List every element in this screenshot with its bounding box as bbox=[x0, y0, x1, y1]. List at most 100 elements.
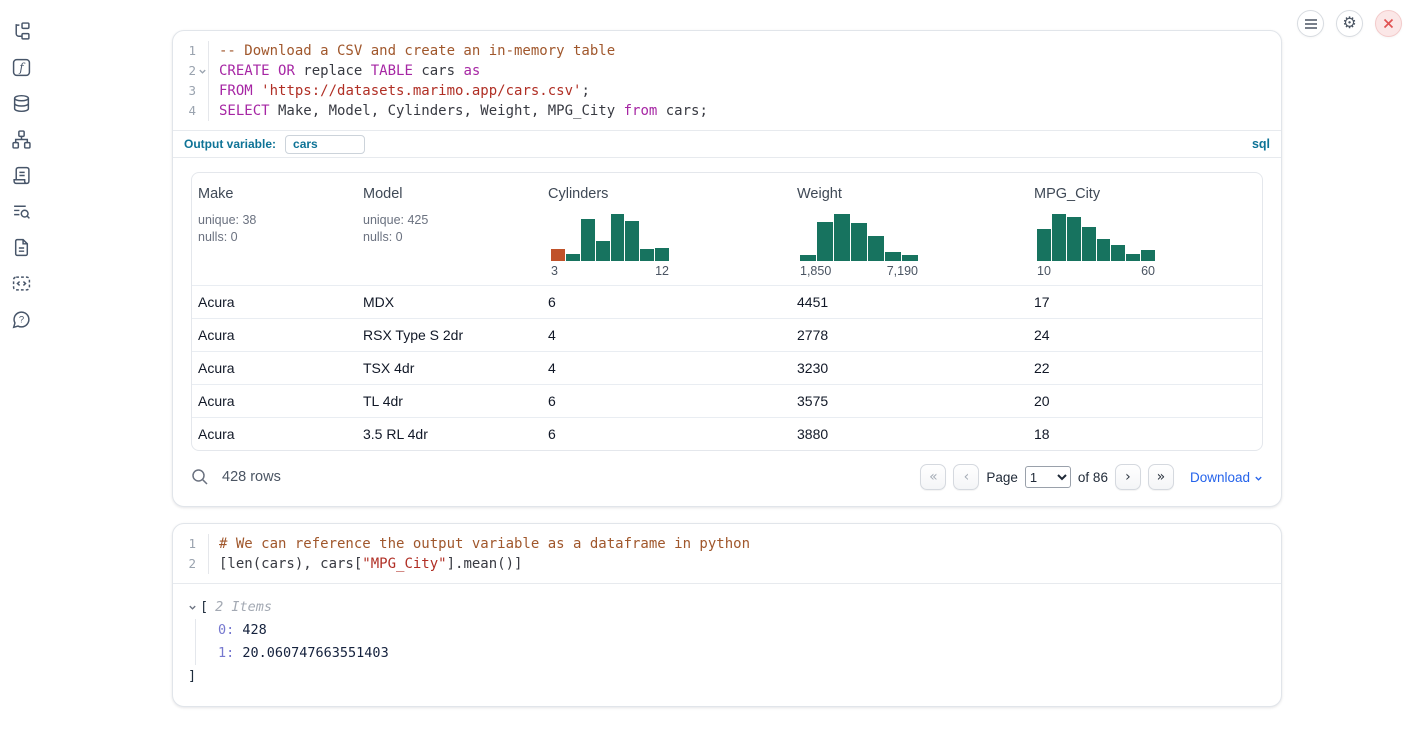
histogram-bar bbox=[1082, 227, 1096, 262]
table-cell: 4 bbox=[542, 360, 791, 376]
histogram-bar bbox=[611, 214, 625, 262]
function-icon[interactable]: f bbox=[12, 58, 31, 77]
output-tree-entries: 0: 4281: 20.060747663551403 bbox=[195, 619, 1266, 665]
column-header-model[interactable]: Modelunique: 425nulls: 0 bbox=[357, 186, 542, 278]
column-name: Weight bbox=[797, 186, 1028, 202]
table-cell: Acura bbox=[192, 360, 357, 376]
code-line[interactable]: 2CREATE OR replace TABLE cars as bbox=[173, 61, 1281, 81]
search-icon[interactable] bbox=[191, 468, 209, 486]
column-histogram bbox=[800, 211, 918, 261]
document-icon[interactable] bbox=[12, 238, 31, 257]
code-line[interactable]: 3FROM 'https://datasets.marimo.app/cars.… bbox=[173, 81, 1281, 101]
table-cell: 18 bbox=[1028, 426, 1262, 442]
first-page-icon[interactable]: « bbox=[920, 464, 946, 490]
table-body: AcuraMDX6445117AcuraRSX Type S 2dr427782… bbox=[192, 285, 1262, 450]
entry-value: 20.060747663551403 bbox=[234, 645, 388, 661]
histogram-bar bbox=[1052, 214, 1066, 262]
close-bracket: ] bbox=[188, 668, 1266, 684]
output-tree-entry: 0: 428 bbox=[218, 619, 1266, 642]
results-table: Makeunique: 38nulls: 0Modelunique: 425nu… bbox=[191, 172, 1263, 451]
table-row[interactable]: AcuraMDX6445117 bbox=[192, 285, 1262, 318]
line-number: 4 bbox=[173, 101, 209, 121]
table-cell: Acura bbox=[192, 426, 357, 442]
output-variable-input[interactable] bbox=[285, 135, 365, 154]
table-cell: Acura bbox=[192, 393, 357, 409]
table-cell: 24 bbox=[1028, 327, 1262, 343]
histogram-bar bbox=[625, 221, 639, 261]
histogram-bar bbox=[655, 248, 669, 262]
chevron-down-icon bbox=[1254, 474, 1263, 483]
code-line[interactable]: 4SELECT Make, Model, Cylinders, Weight, … bbox=[173, 101, 1281, 121]
code-line[interactable]: 1-- Download a CSV and create an in-memo… bbox=[173, 41, 1281, 61]
open-bracket: [ bbox=[200, 599, 208, 615]
column-header-make[interactable]: Makeunique: 38nulls: 0 bbox=[192, 186, 357, 278]
histogram-bar bbox=[1067, 217, 1081, 262]
table-row[interactable]: AcuraTL 4dr6357520 bbox=[192, 384, 1262, 417]
table-cell: MDX bbox=[357, 294, 542, 310]
axis-max-label: 60 bbox=[1141, 264, 1155, 278]
histogram-bar bbox=[885, 252, 901, 261]
file-tree-icon[interactable] bbox=[12, 22, 31, 41]
database-icon[interactable] bbox=[12, 94, 31, 113]
scroll-icon[interactable] bbox=[12, 166, 31, 185]
next-page-icon[interactable]: › bbox=[1115, 464, 1141, 490]
code-text: CREATE OR replace TABLE cars as bbox=[209, 61, 480, 81]
code-text: -- Download a CSV and create an in-memor… bbox=[209, 41, 615, 61]
histogram-bar bbox=[640, 249, 654, 261]
sidebar: f ? bbox=[0, 0, 42, 729]
column-header-mpg_city[interactable]: MPG_City 10 60 bbox=[1028, 186, 1262, 278]
page-of-label: of 86 bbox=[1078, 470, 1108, 485]
code-line[interactable]: 1# We can reference the output variable … bbox=[173, 534, 1281, 554]
table-cell: 6 bbox=[542, 426, 791, 442]
column-null-count: nulls: 0 bbox=[363, 229, 542, 246]
histogram-bar bbox=[551, 249, 565, 261]
histogram-bar bbox=[834, 214, 850, 262]
column-header-weight[interactable]: Weight1,8507,190 bbox=[791, 186, 1028, 278]
column-null-count: nulls: 0 bbox=[198, 229, 357, 246]
column-name: Model bbox=[363, 186, 542, 202]
table-row[interactable]: AcuraRSX Type S 2dr4277824 bbox=[192, 318, 1262, 351]
table-cell: 3.5 RL 4dr bbox=[357, 426, 542, 442]
table-row[interactable]: AcuraTSX 4dr4323022 bbox=[192, 351, 1262, 384]
histogram-bar bbox=[1111, 245, 1125, 262]
shutdown-icon[interactable] bbox=[1375, 10, 1402, 37]
line-number: 3 bbox=[173, 81, 209, 101]
last-page-icon[interactable]: » bbox=[1148, 464, 1174, 490]
table-cell: 2778 bbox=[791, 327, 1028, 343]
table-row[interactable]: Acura3.5 RL 4dr6388018 bbox=[192, 417, 1262, 450]
line-number: 2 bbox=[173, 554, 209, 574]
column-unique-count: unique: 38 bbox=[198, 212, 357, 229]
axis-min-label: 10 bbox=[1037, 264, 1051, 278]
column-name: MPG_City bbox=[1034, 186, 1262, 202]
snippets-icon[interactable] bbox=[12, 274, 31, 293]
pagination: « ‹ Page 1 of 86 › » bbox=[920, 464, 1174, 490]
output-tree-entry: 1: 20.060747663551403 bbox=[218, 642, 1266, 665]
histogram-bar bbox=[581, 219, 595, 262]
axis-max-label: 12 bbox=[655, 264, 669, 278]
line-number: 1 bbox=[173, 41, 209, 61]
download-button[interactable]: Download bbox=[1190, 470, 1263, 485]
dependency-graph-icon[interactable] bbox=[12, 130, 31, 149]
gear-icon[interactable]: ⚙ bbox=[1336, 10, 1363, 37]
table-cell: Acura bbox=[192, 294, 357, 310]
svg-text:f: f bbox=[18, 61, 26, 75]
histogram-bar bbox=[902, 255, 918, 262]
menu-icon[interactable] bbox=[1297, 10, 1324, 37]
topbar-actions: ⚙ bbox=[1297, 10, 1402, 37]
table-cell: 6 bbox=[542, 393, 791, 409]
page-select[interactable]: 1 bbox=[1025, 466, 1071, 488]
column-header-cylinders[interactable]: Cylinders312 bbox=[542, 186, 791, 278]
prev-page-icon[interactable]: ‹ bbox=[953, 464, 979, 490]
sql-code-editor[interactable]: 1-- Download a CSV and create an in-memo… bbox=[173, 31, 1281, 130]
rows-count: 428 rows bbox=[222, 469, 281, 485]
code-line[interactable]: 2[len(cars), cars["MPG_City"].mean()] bbox=[173, 554, 1281, 574]
fold-chevron-icon[interactable] bbox=[196, 67, 208, 76]
axis-max-label: 7,190 bbox=[887, 264, 918, 278]
help-icon[interactable]: ? bbox=[12, 310, 31, 329]
histogram-bar bbox=[1126, 254, 1140, 262]
table-cell: 3575 bbox=[791, 393, 1028, 409]
histogram-bar bbox=[1097, 239, 1111, 261]
python-code-editor[interactable]: 1# We can reference the output variable … bbox=[173, 524, 1281, 583]
log-search-icon[interactable] bbox=[12, 202, 31, 221]
collapse-chevron-icon[interactable] bbox=[188, 603, 197, 612]
